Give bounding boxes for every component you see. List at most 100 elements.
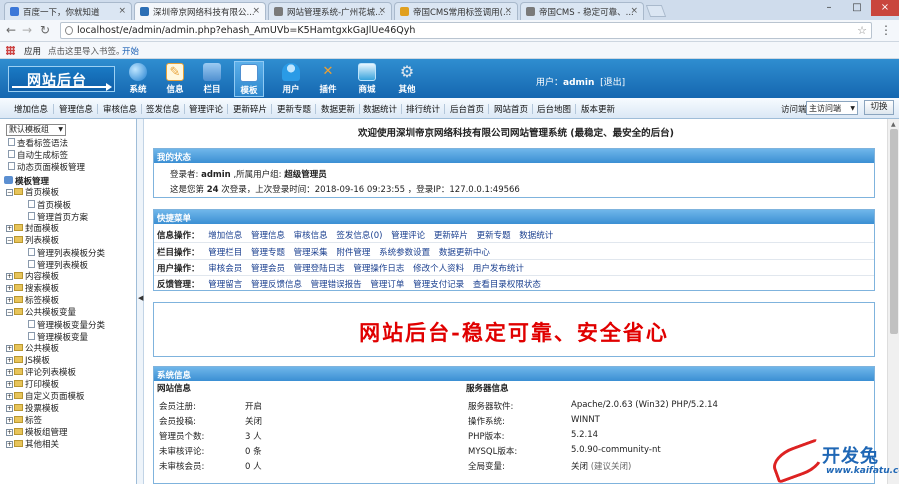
- sidebar-folder-comment-template[interactable]: + 评论列表模板: [6, 368, 76, 379]
- collapse-node-icon[interactable]: −: [6, 309, 13, 316]
- sidebar-folder-cover-template[interactable]: + 封面模板: [6, 224, 59, 235]
- close-tab-icon[interactable]: ×: [378, 6, 386, 16]
- subnav-update-fragments[interactable]: 更新碎片: [233, 103, 267, 115]
- sidebar-folder-tag-template[interactable]: + 标签模板: [6, 296, 59, 307]
- expand-node-icon[interactable]: +: [6, 429, 13, 436]
- sidebar-folder-template-group[interactable]: + 模板组管理: [6, 428, 68, 439]
- subnav-ranking-stats[interactable]: 排行统计: [406, 103, 440, 115]
- quick-payment-records[interactable]: 管理支付记录: [413, 280, 464, 290]
- sidebar-collapse-handle[interactable]: ◀: [137, 119, 144, 484]
- subnav-publish-info[interactable]: 签发信息: [146, 103, 180, 115]
- subnav-admin-map[interactable]: 后台地图: [537, 103, 571, 115]
- scroll-up-icon[interactable]: ▲: [891, 121, 896, 128]
- topnav-info[interactable]: ✎ 信息: [160, 61, 190, 97]
- expand-node-icon[interactable]: +: [6, 225, 13, 232]
- sidebar-folder-other[interactable]: + 其他相关: [6, 440, 59, 451]
- expand-node-icon[interactable]: +: [6, 393, 13, 400]
- subnav-site-home[interactable]: 网站首页: [494, 103, 528, 115]
- quick-manage-messages[interactable]: 管理留言: [208, 280, 242, 290]
- expand-node-icon[interactable]: +: [6, 369, 13, 376]
- scroll-thumb[interactable]: [890, 129, 898, 334]
- quick-review-info[interactable]: 审核信息: [294, 231, 328, 241]
- subnav-version-update[interactable]: 版本更新: [581, 103, 615, 115]
- quick-publish-info[interactable]: 签发信息(0): [336, 231, 382, 241]
- subnav-admin-home[interactable]: 后台首页: [450, 103, 484, 115]
- browser-tab-admin[interactable]: 深圳帝京网络科技有限公... ×: [134, 2, 266, 20]
- expand-node-icon[interactable]: +: [6, 345, 13, 352]
- sidebar-item-list-template-category[interactable]: 管理列表模板分类: [28, 248, 105, 259]
- quick-update-topics[interactable]: 更新专题: [477, 231, 511, 241]
- bookmark-start-link[interactable]: 开始: [122, 45, 139, 57]
- close-tab-icon[interactable]: ×: [504, 6, 512, 16]
- bookmark-star-icon[interactable]: ☆: [857, 24, 867, 37]
- subnav-data-update[interactable]: 数据更新: [321, 103, 355, 115]
- sidebar-folder-print-template[interactable]: + 打印模板: [6, 380, 59, 391]
- sidebar-item-auto-generate-tags[interactable]: 自动生成标签: [8, 150, 68, 161]
- subnav-data-stats[interactable]: 数据统计: [363, 103, 397, 115]
- sidebar-item-dynamic-page-templates[interactable]: 动态页面模板管理: [8, 162, 85, 173]
- sidebar-folder-public-template[interactable]: + 公共模板: [6, 344, 59, 355]
- sidebar-root-template-manage[interactable]: 模板管理: [4, 176, 49, 187]
- sidebar-item-home-scheme[interactable]: 管理首页方案: [28, 212, 88, 223]
- expand-node-icon[interactable]: +: [6, 357, 13, 364]
- quick-manage-collect[interactable]: 管理采集: [294, 248, 328, 258]
- sidebar-folder-tags[interactable]: + 标签: [6, 416, 42, 427]
- subnav-manage-comments[interactable]: 管理评论: [189, 103, 223, 115]
- close-tab-icon[interactable]: ×: [630, 6, 638, 16]
- template-group-select[interactable]: 默认模板组 ▼: [6, 124, 66, 136]
- url-input[interactable]: localhost/e/admin/admin.php?ehash_AmUVb=…: [60, 22, 872, 39]
- quick-data-stats[interactable]: 数据统计: [519, 231, 553, 241]
- close-window-icon[interactable]: ×: [871, 0, 899, 16]
- sidebar-item-home-template[interactable]: 首页模板: [28, 200, 71, 211]
- topnav-user[interactable]: 用户: [276, 61, 306, 97]
- topnav-template[interactable]: 模板: [234, 61, 264, 97]
- expand-node-icon[interactable]: +: [6, 297, 13, 304]
- maximize-icon[interactable]: □: [843, 0, 871, 16]
- expand-node-icon[interactable]: +: [6, 417, 13, 424]
- expand-node-icon[interactable]: +: [6, 285, 13, 292]
- expand-node-icon[interactable]: +: [6, 381, 13, 388]
- browser-tab-baidu[interactable]: 百度一下，你就知道 ×: [4, 2, 132, 20]
- collapse-node-icon[interactable]: −: [6, 237, 13, 244]
- quick-manage-feedback[interactable]: 管理反馈信息: [251, 280, 302, 290]
- sidebar-folder-home-template[interactable]: − 首页模板: [6, 188, 59, 199]
- quick-manage-info[interactable]: 管理信息: [251, 231, 285, 241]
- topnav-other[interactable]: ⚙ 其他: [392, 61, 422, 97]
- topnav-column[interactable]: 栏目: [197, 61, 227, 97]
- quick-data-update-center[interactable]: 数据更新中心: [439, 248, 490, 258]
- sidebar-folder-content-template[interactable]: + 内容模板: [6, 272, 59, 283]
- quick-manage-columns[interactable]: 管理栏目: [208, 248, 242, 258]
- quick-system-settings[interactable]: 系统参数设置: [379, 248, 430, 258]
- sidebar-folder-list-template[interactable]: − 列表模板: [6, 236, 59, 247]
- sidebar-item-view-tag-syntax[interactable]: 查看标签语法: [8, 138, 68, 149]
- subnav-review-info[interactable]: 审核信息: [103, 103, 137, 115]
- subnav-add-info[interactable]: 增加信息: [14, 103, 48, 115]
- topnav-system[interactable]: 系统: [123, 61, 153, 97]
- browser-tab-empire-cms[interactable]: 帝国CMS - 稳定可靠、... ×: [520, 2, 644, 20]
- sidebar-folder-search-template[interactable]: + 搜索模板: [6, 284, 59, 295]
- expand-node-icon[interactable]: +: [6, 273, 13, 280]
- sidebar-folder-custom-page-template[interactable]: + 自定义页面模板: [6, 392, 85, 403]
- quick-review-members[interactable]: 审核会员: [208, 264, 242, 274]
- info-icon[interactable]: [65, 26, 73, 35]
- quick-manage-orders[interactable]: 管理订单: [370, 280, 404, 290]
- expand-node-icon[interactable]: +: [6, 441, 13, 448]
- quick-manage-comments[interactable]: 管理评论: [391, 231, 425, 241]
- quick-add-info[interactable]: 增加信息: [208, 231, 242, 241]
- vertical-scrollbar[interactable]: ▲: [887, 119, 899, 484]
- topnav-shop[interactable]: 商城: [352, 61, 382, 97]
- quick-operation-logs[interactable]: 管理操作日志: [353, 264, 404, 274]
- minimize-icon[interactable]: –: [815, 0, 843, 16]
- quick-login-logs[interactable]: 管理登陆日志: [294, 264, 345, 274]
- quick-dir-permissions[interactable]: 查看目录权限状态: [473, 280, 541, 290]
- sidebar-folder-vote-template[interactable]: + 投票模板: [6, 404, 59, 415]
- back-icon[interactable]: ←: [6, 23, 16, 37]
- quick-user-publish-stats[interactable]: 用户发布统计: [473, 264, 524, 274]
- quick-manage-topics[interactable]: 管理专题: [251, 248, 285, 258]
- forward-icon[interactable]: →: [22, 23, 32, 37]
- switch-button[interactable]: 切换: [864, 100, 894, 115]
- apps-grid-icon[interactable]: [6, 46, 15, 55]
- bookmark-apps[interactable]: 应用: [24, 45, 41, 57]
- subnav-manage-info[interactable]: 管理信息: [59, 103, 93, 115]
- sidebar-folder-public-vars[interactable]: − 公共模板变量: [6, 308, 76, 319]
